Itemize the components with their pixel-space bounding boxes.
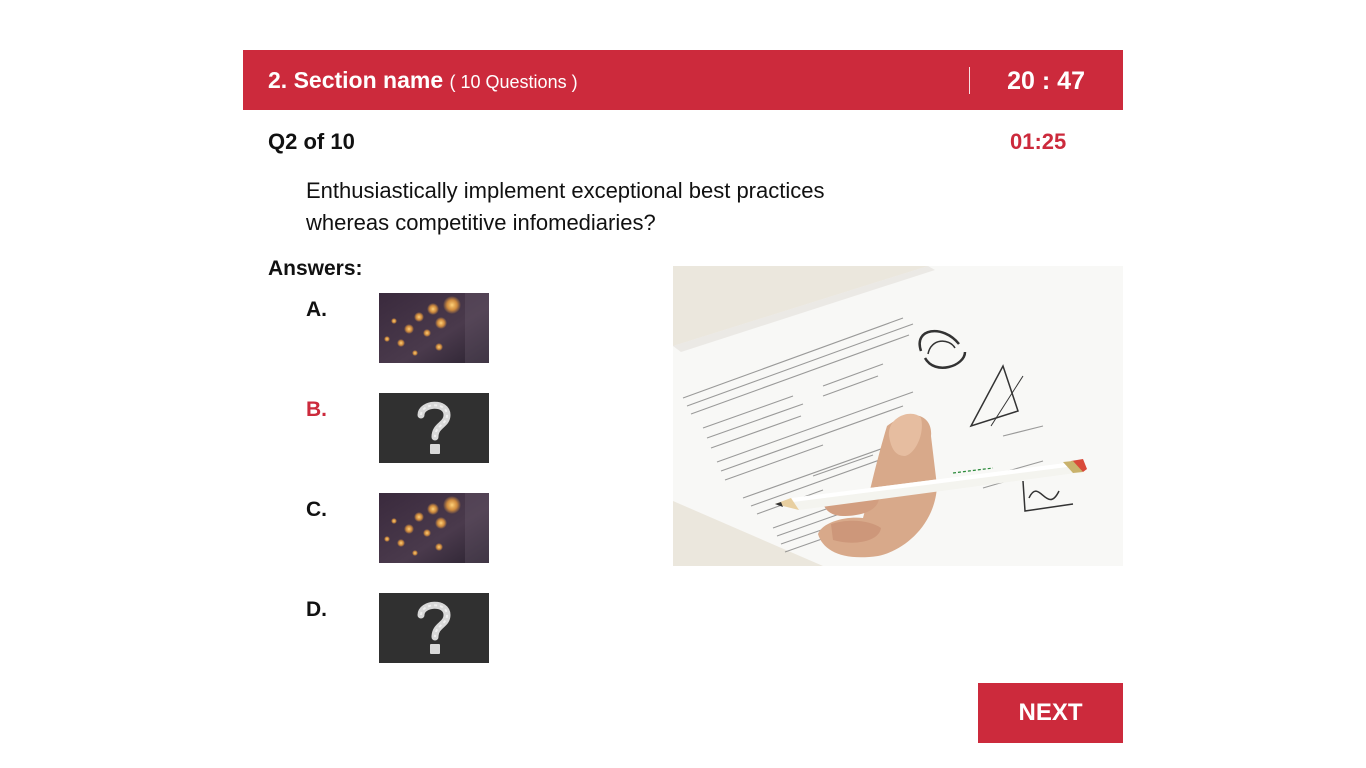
- question-mark-chalkboard-image[interactable]: [379, 593, 489, 663]
- bokeh-lights-image[interactable]: [379, 293, 489, 363]
- section-title: 2. Section name ( 10 Questions ): [268, 67, 578, 94]
- bokeh-lights-image[interactable]: [379, 493, 489, 563]
- option-letter: A.: [306, 298, 327, 321]
- answer-option-a[interactable]: A.: [306, 293, 506, 365]
- answer-option-d[interactable]: D.: [306, 593, 506, 665]
- question-text: Enthusiastically implement exceptional b…: [306, 178, 825, 235]
- question-number: Q2 of 10: [268, 129, 355, 154]
- section-name: 2. Section name: [268, 67, 444, 93]
- answer-option-b[interactable]: B.: [306, 393, 506, 465]
- next-button[interactable]: NEXT: [978, 683, 1123, 743]
- answer-option-c[interactable]: C.: [306, 493, 506, 565]
- section-header: 2. Section name ( 10 Questions ) 20 : 47: [243, 50, 1123, 110]
- answers-label: Answers:: [268, 257, 363, 280]
- question-mark-chalkboard-image[interactable]: [379, 393, 489, 463]
- header-divider: [969, 67, 970, 94]
- exam-paper-pencil-photo: [673, 266, 1123, 566]
- option-letter: B.: [306, 398, 327, 421]
- question-count: ( 10 Questions ): [449, 72, 578, 92]
- question-timer: 01:25: [1010, 129, 1067, 154]
- option-letter: C.: [306, 498, 327, 521]
- option-letter: D.: [306, 598, 327, 621]
- section-timer: 20 : 47: [1007, 67, 1085, 95]
